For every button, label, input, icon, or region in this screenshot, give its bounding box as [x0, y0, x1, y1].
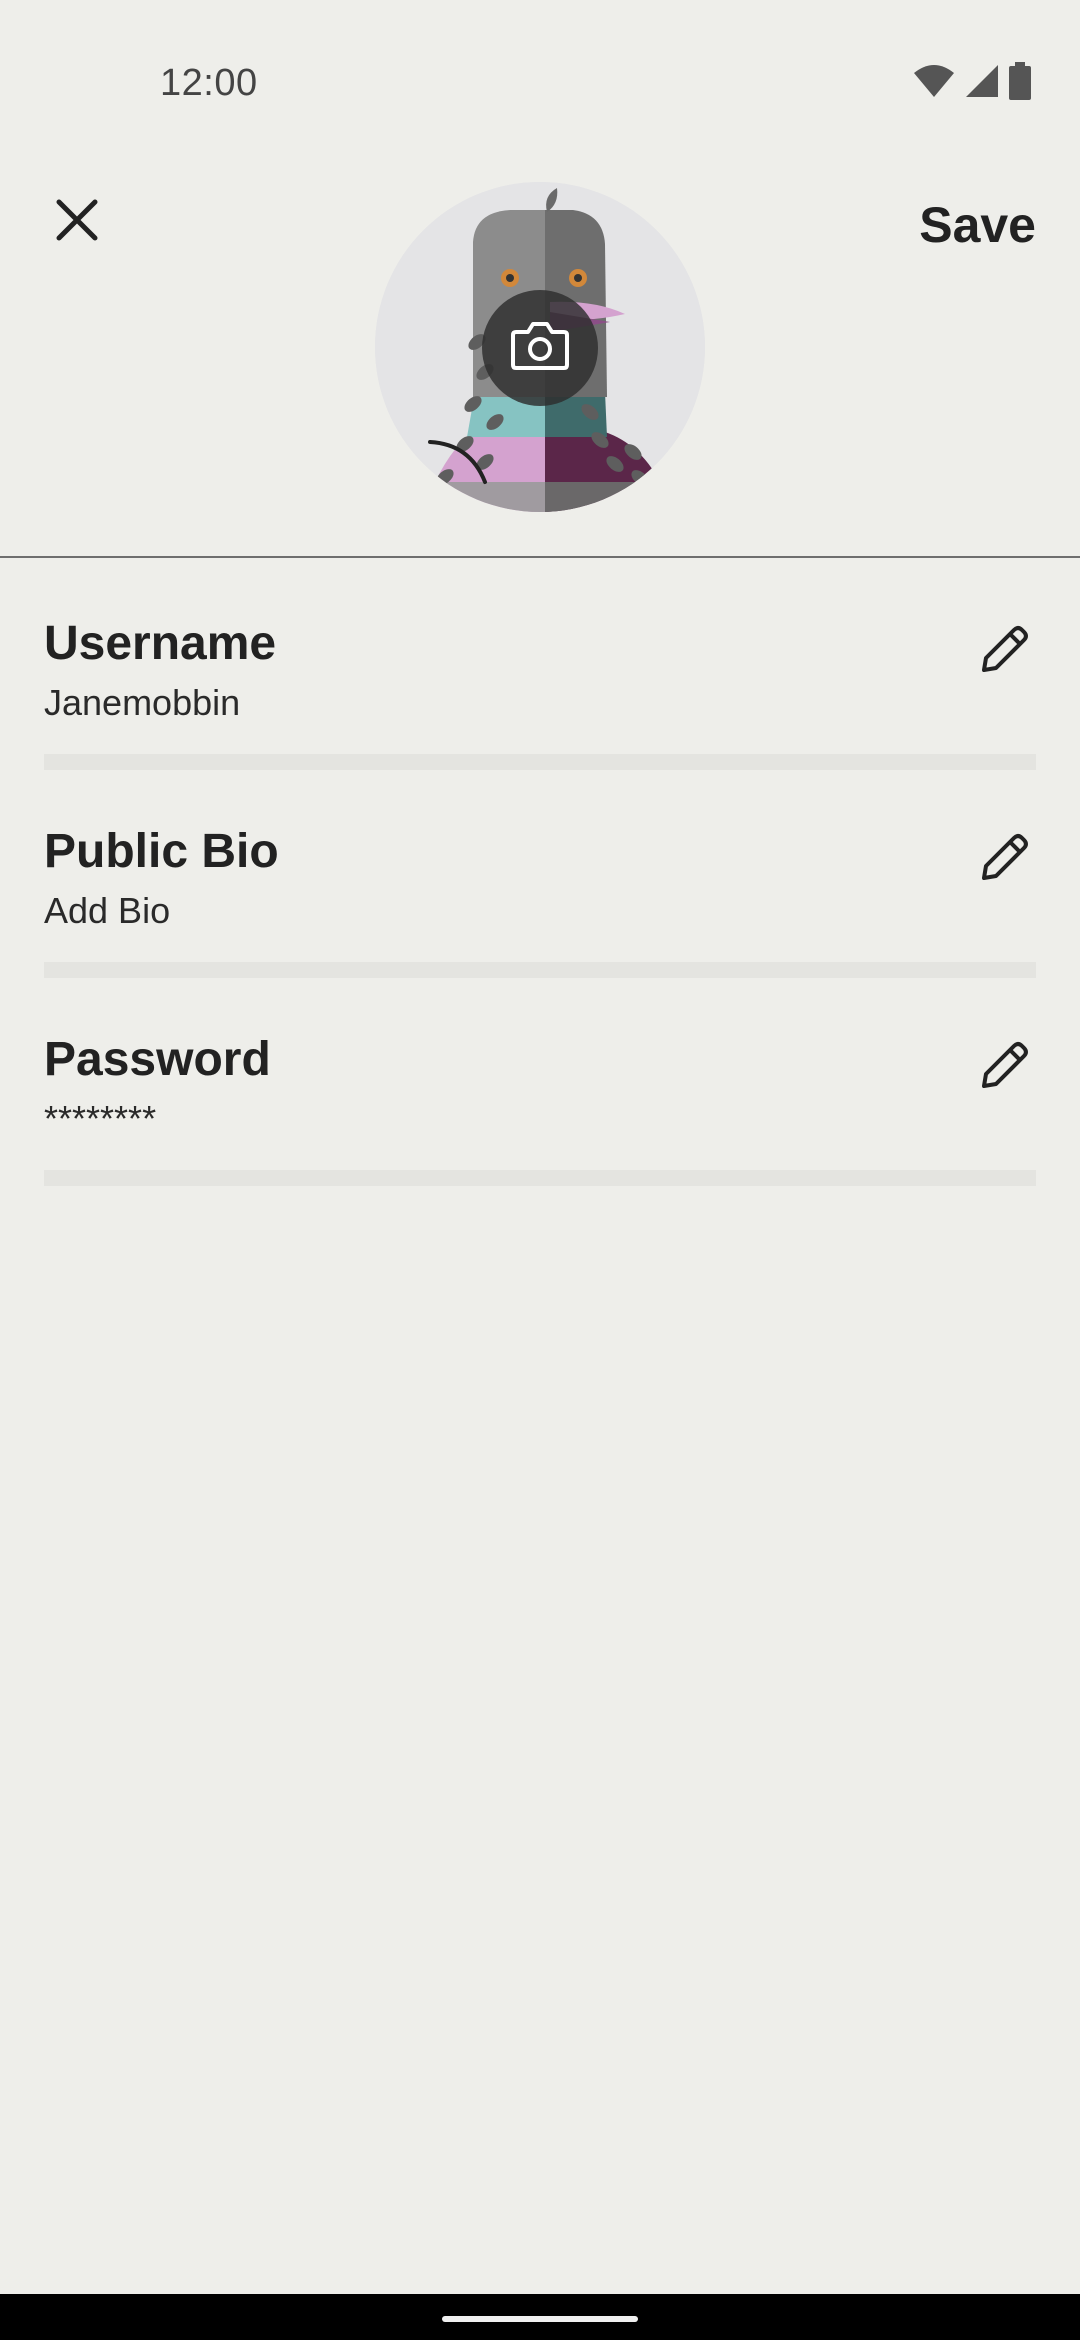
pencil-icon [976, 622, 1032, 683]
camera-icon [510, 320, 570, 377]
field-label: Username [44, 617, 277, 670]
battery-icon [1008, 62, 1032, 100]
close-icon [55, 198, 99, 247]
header-divider [0, 556, 1080, 558]
close-button[interactable] [40, 185, 114, 259]
status-icons [912, 62, 1032, 100]
change-photo-button[interactable] [482, 290, 598, 406]
wifi-icon [912, 63, 956, 99]
bio-field[interactable]: Public Bio Add Bio [44, 768, 1036, 978]
password-field[interactable]: Password ******** [44, 976, 1036, 1186]
field-value: ******** [44, 1098, 157, 1139]
edit-bio-button[interactable] [972, 828, 1036, 892]
pencil-icon [976, 1038, 1032, 1099]
field-label: Public Bio [44, 825, 279, 878]
status-time: 12:00 [160, 62, 258, 104]
system-nav-bar [0, 2294, 1080, 2340]
edit-password-button[interactable] [972, 1036, 1036, 1100]
signal-icon [964, 63, 1000, 99]
username-field[interactable]: Username Janemobbin [44, 560, 1036, 770]
field-label: Password [44, 1033, 271, 1086]
status-bar: 12:00 [0, 0, 1080, 170]
edit-profile-screen: 12:00 Save Username Janemobbin Public Bi… [0, 0, 1080, 2340]
save-button[interactable]: Save [919, 196, 1036, 254]
home-gesture-handle[interactable] [442, 2316, 638, 2322]
field-value: Add Bio [44, 890, 171, 931]
field-value: Janemobbin [44, 682, 241, 723]
edit-username-button[interactable] [972, 620, 1036, 684]
pencil-icon [976, 830, 1032, 891]
field-divider [44, 1170, 1036, 1186]
